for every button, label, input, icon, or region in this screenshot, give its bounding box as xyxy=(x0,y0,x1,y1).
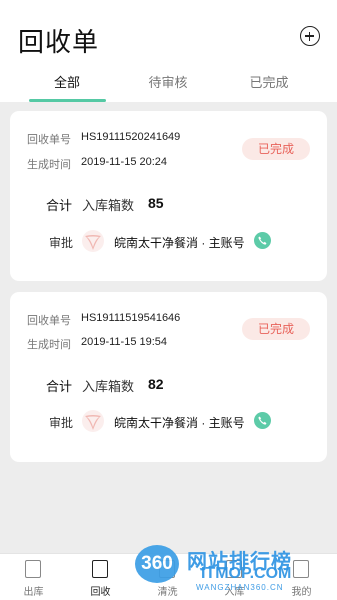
box-count-label: 入库箱数 xyxy=(82,379,135,394)
nav-item-outbound[interactable]: 出库 xyxy=(0,554,67,600)
watermark-sub: WANGZHAN360.CN xyxy=(196,583,284,592)
tab-pending[interactable]: 待审核 xyxy=(112,70,224,102)
nav-label: 清洗 xyxy=(157,587,178,598)
avatar-icon xyxy=(85,235,101,250)
phone-icon[interactable] xyxy=(254,232,271,249)
created-time-label: 生成时间 xyxy=(27,339,71,351)
status-badge: 已完成 xyxy=(242,138,310,160)
approver-name: 皖南太干净餐消 · 主账号 xyxy=(114,416,245,430)
approver-name: 皖南太干净餐消 · 主账号 xyxy=(114,236,245,250)
tab-all[interactable]: 全部 xyxy=(11,70,123,102)
phone-icon[interactable] xyxy=(254,412,271,429)
approve-label: 审批 xyxy=(49,416,74,430)
tab-completed[interactable]: 已完成 xyxy=(213,70,325,102)
approve-label: 审批 xyxy=(49,236,74,250)
recycle-icon xyxy=(92,560,108,578)
box-count: 85 xyxy=(148,195,164,211)
plus-circle-icon[interactable] xyxy=(300,26,320,46)
app-header: 回收单 全部 待审核 已完成 xyxy=(0,0,337,102)
status-tabs: 全部 待审核 已完成 xyxy=(0,70,337,102)
avatar-icon xyxy=(85,415,101,430)
approver-avatar xyxy=(82,230,104,252)
box-count-label: 入库箱数 xyxy=(82,198,135,213)
nav-item-recycle[interactable]: 回收 xyxy=(67,554,134,600)
order-card[interactable]: 回收单号 HS19111520241649 生成时间 2019-11-15 20… xyxy=(10,111,327,281)
box-count: 82 xyxy=(148,376,164,392)
watermark-logo: 360 xyxy=(135,545,179,583)
order-number: HS19111519541646 xyxy=(81,312,181,324)
created-time: 2019-11-15 20:24 xyxy=(81,156,168,168)
approver-avatar xyxy=(82,410,104,432)
page-title: 回收单 xyxy=(18,27,100,57)
created-time: 2019-11-15 19:54 xyxy=(81,336,168,348)
profile-icon xyxy=(293,560,309,578)
total-label: 合计 xyxy=(46,379,73,394)
order-number: HS19111520241649 xyxy=(81,131,181,143)
nav-label: 回收 xyxy=(90,587,111,598)
order-number-label: 回收单号 xyxy=(27,134,71,146)
order-card[interactable]: 回收单号 HS19111519541646 生成时间 2019-11-15 19… xyxy=(10,292,327,462)
nav-label: 出库 xyxy=(23,587,44,598)
outbound-icon xyxy=(25,560,41,578)
total-label: 合计 xyxy=(46,198,73,213)
created-time-label: 生成时间 xyxy=(27,159,71,171)
status-badge: 已完成 xyxy=(242,318,310,340)
watermark-domain: ITMOP.COM xyxy=(201,565,292,582)
active-tab-indicator xyxy=(29,99,106,102)
order-number-label: 回收单号 xyxy=(27,315,71,327)
